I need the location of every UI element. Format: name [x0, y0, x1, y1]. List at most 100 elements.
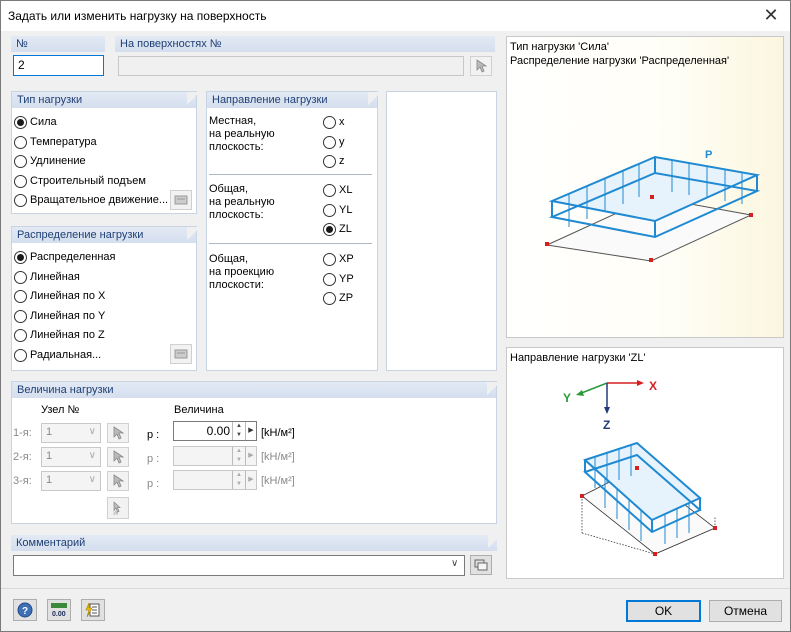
- svg-text:3x: 3x: [113, 511, 119, 516]
- radial-settings-button[interactable]: [170, 344, 192, 364]
- divider: [209, 243, 372, 244]
- row3-label: 3-я:: [13, 475, 32, 487]
- dist-radial[interactable]: Радиальная...: [14, 347, 101, 363]
- close-button[interactable]: ✕: [758, 4, 784, 28]
- load-type-force[interactable]: Сила: [14, 114, 57, 130]
- load-type-elongation[interactable]: Удлинение: [14, 153, 86, 169]
- radio-label: XL: [339, 184, 353, 196]
- row1-pick-node-button[interactable]: [107, 423, 129, 443]
- row1-node-select[interactable]: 1: [41, 423, 101, 443]
- radio-label: x: [339, 116, 345, 128]
- radio-label: y: [339, 136, 345, 148]
- dist-linear-x[interactable]: Линейная по X: [14, 288, 105, 304]
- dir-z[interactable]: z: [323, 153, 345, 169]
- comment-header: Комментарий: [11, 535, 498, 551]
- row2-value-input[interactable]: ▲ ▼ ▶: [173, 446, 257, 466]
- cursor-pick-icon: [113, 450, 124, 464]
- library-icon: [474, 559, 488, 571]
- cursor-pick-icon: [476, 59, 487, 73]
- radio-dot: [14, 250, 27, 264]
- dir-zl[interactable]: ZL: [323, 221, 352, 237]
- global-true-label: Общая, на реальную плоскость:: [209, 183, 275, 221]
- radio-label: YL: [339, 204, 353, 216]
- dist-linear-z[interactable]: Линейная по Z: [14, 327, 105, 343]
- spin-arrows-icon[interactable]: ▲ ▼: [232, 471, 245, 489]
- dir-zp[interactable]: ZP: [323, 290, 353, 306]
- svg-text:0.00: 0.00: [52, 611, 66, 618]
- row3-pick-node-button[interactable]: [107, 471, 129, 491]
- load-type-temperature[interactable]: Температура: [14, 134, 97, 150]
- spin-arrows-icon[interactable]: ▲ ▼: [232, 422, 245, 440]
- lightning-list-icon: [85, 602, 100, 618]
- dir-xl[interactable]: XL: [323, 182, 352, 198]
- comment-input[interactable]: [13, 555, 465, 576]
- title-bar: Задать или изменить нагрузку на поверхно…: [1, 1, 790, 31]
- dist-uniform[interactable]: Распределенная: [14, 249, 115, 265]
- row3-unit: [kH/м²]: [261, 475, 295, 487]
- dir-xp[interactable]: XP: [323, 251, 354, 267]
- expand-arrow-icon[interactable]: ▶: [245, 422, 256, 440]
- number-input[interactable]: 2: [13, 55, 104, 76]
- multi-pick-icon: 3x: [113, 501, 121, 516]
- radio-dot: [323, 252, 336, 266]
- surfaces-input[interactable]: [118, 56, 464, 76]
- cancel-button[interactable]: Отмена: [709, 600, 782, 622]
- row1-value-input[interactable]: 0.00 ▲ ▼ ▶: [173, 421, 257, 441]
- row3-value-input[interactable]: ▲ ▼ ▶: [173, 470, 257, 490]
- radio-label: Линейная по Y: [30, 310, 106, 322]
- dist-linear[interactable]: Линейная: [14, 269, 80, 285]
- empty-panel: [386, 91, 497, 371]
- spin-arrows-icon[interactable]: ▲ ▼: [232, 447, 245, 465]
- expand-arrow-icon[interactable]: ▶: [245, 447, 256, 465]
- radio-dot: [14, 135, 27, 149]
- load-type-rotation[interactable]: Вращательное движение...: [14, 192, 168, 208]
- radio-dot: [14, 115, 27, 129]
- radio-dot: [323, 272, 336, 286]
- pick-surfaces-button[interactable]: [470, 56, 492, 76]
- direction-preview-bottom: Направление нагрузки 'ZL' X Y Z: [506, 347, 784, 579]
- load-p-label: P: [705, 149, 712, 161]
- radio-dot: [14, 328, 27, 342]
- help-icon: ?: [17, 602, 33, 618]
- dir-y[interactable]: y: [323, 134, 345, 150]
- expand-arrow-icon[interactable]: ▶: [245, 471, 256, 489]
- axis-z-label: Z: [603, 418, 610, 432]
- ok-button[interactable]: OK: [626, 600, 701, 622]
- row1-param: p :: [147, 429, 160, 441]
- radio-dot: [14, 174, 27, 188]
- load-preview-top: Тип нагрузки 'Сила' Распределение нагруз…: [506, 36, 784, 338]
- row2-pick-node-button[interactable]: [107, 447, 129, 467]
- chevron-down-icon[interactable]: ∨: [451, 558, 458, 569]
- surface-load-figure: P: [545, 149, 761, 262]
- defaults-button[interactable]: [81, 599, 105, 621]
- axis-x-label: X: [649, 379, 657, 393]
- row1-label: 1-я:: [13, 427, 32, 439]
- pick-nodes-button[interactable]: 3x: [107, 497, 129, 519]
- row2-node-select[interactable]: 1: [41, 447, 101, 467]
- dir-x[interactable]: x: [323, 114, 345, 130]
- rotation-settings-button[interactable]: [170, 190, 192, 210]
- dialog-window: Задать или изменить нагрузку на поверхно…: [0, 0, 791, 632]
- dist-linear-y[interactable]: Линейная по Y: [14, 308, 105, 324]
- edit-dialog-icon: [174, 349, 188, 359]
- radio-dot: [323, 203, 336, 217]
- radio-label: XP: [339, 253, 354, 265]
- cursor-pick-icon: [113, 474, 124, 488]
- window-title: Задать или изменить нагрузку на поверхно…: [8, 9, 267, 23]
- comment-library-button[interactable]: [470, 555, 492, 575]
- help-button[interactable]: ?: [13, 599, 37, 621]
- row3-node-select[interactable]: 1: [41, 471, 101, 491]
- value-header: Величина: [174, 404, 224, 416]
- row3-param: p :: [147, 478, 160, 490]
- axis-y-label: Y: [563, 391, 571, 405]
- radio-label: ZL: [339, 223, 352, 235]
- load-type-camber[interactable]: Строительный подъем: [14, 173, 146, 189]
- radio-dot: [14, 154, 27, 168]
- radio-label: YP: [339, 273, 354, 285]
- number-label: №: [11, 36, 105, 52]
- dir-yl[interactable]: YL: [323, 202, 352, 218]
- radio-dot: [14, 348, 27, 362]
- dir-yp[interactable]: YP: [323, 271, 354, 287]
- divider: [209, 174, 372, 175]
- units-button[interactable]: 0.00: [47, 599, 71, 621]
